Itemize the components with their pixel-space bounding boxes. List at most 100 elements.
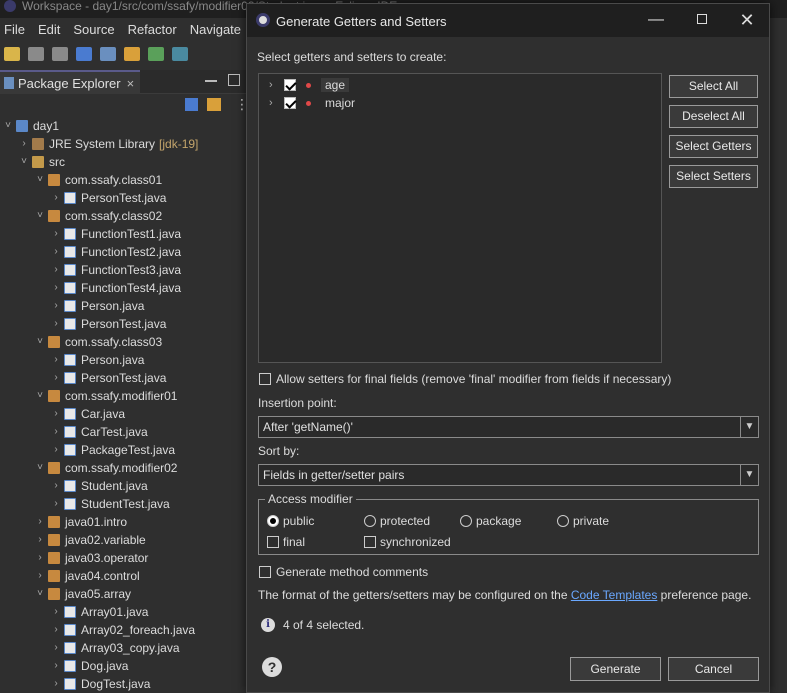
tree-item[interactable]: › JRE System Library [jdk-19] bbox=[18, 135, 198, 153]
maximize-button[interactable] bbox=[691, 10, 713, 30]
tree-item[interactable]: › java03.operator bbox=[34, 549, 148, 567]
tree-item[interactable]: › Dog.java bbox=[50, 657, 128, 675]
chevron-right-icon[interactable]: › bbox=[50, 189, 62, 207]
tree-item[interactable]: › java02.variable bbox=[34, 531, 145, 549]
chevron-right-icon[interactable]: › bbox=[34, 567, 46, 585]
help-icon[interactable]: ? bbox=[262, 657, 282, 677]
tree-item[interactable]: › java04.control bbox=[34, 567, 139, 585]
access-protected-option[interactable]: protected bbox=[364, 514, 430, 528]
chevron-right-icon[interactable]: › bbox=[50, 603, 62, 621]
chevron-right-icon[interactable]: › bbox=[50, 351, 62, 369]
chevron-right-icon[interactable]: › bbox=[50, 405, 62, 423]
minimize-button[interactable]: — bbox=[645, 10, 667, 30]
chevron-right-icon[interactable]: › bbox=[50, 639, 62, 657]
tree-item[interactable]: › Car.java bbox=[50, 405, 125, 423]
chevron-down-icon[interactable]: ˅ bbox=[34, 207, 46, 225]
save-icon[interactable] bbox=[28, 47, 44, 61]
generate-comments-option[interactable]: Generate method comments bbox=[259, 565, 428, 579]
expand-chevron-icon[interactable]: › bbox=[269, 79, 279, 91]
chevron-down-icon[interactable]: ˅ bbox=[34, 171, 46, 189]
tree-item[interactable]: › FunctionTest4.java bbox=[50, 279, 181, 297]
save-all-icon[interactable] bbox=[52, 47, 68, 61]
chevron-right-icon[interactable]: › bbox=[34, 531, 46, 549]
menu-file[interactable]: File bbox=[0, 22, 34, 37]
tree-item[interactable]: › PackageTest.java bbox=[50, 441, 175, 459]
menu-navigate[interactable]: Navigate bbox=[186, 22, 250, 37]
access-public-radio[interactable] bbox=[267, 515, 279, 527]
chevron-right-icon[interactable]: › bbox=[50, 369, 62, 387]
tree-item[interactable]: ˅ day1 bbox=[2, 117, 59, 135]
field-age-checkbox[interactable] bbox=[284, 79, 296, 91]
menu-refactor[interactable]: Refactor bbox=[124, 22, 186, 37]
chevron-down-icon[interactable]: ˅ bbox=[34, 387, 46, 405]
access-package-radio[interactable] bbox=[460, 515, 472, 527]
chevron-right-icon[interactable]: › bbox=[50, 225, 62, 243]
chevron-right-icon[interactable]: › bbox=[50, 495, 62, 513]
chevron-down-icon[interactable]: ▼ bbox=[740, 417, 758, 437]
chevron-down-icon[interactable]: ▼ bbox=[740, 465, 758, 485]
tree-item[interactable]: › FunctionTest3.java bbox=[50, 261, 181, 279]
field-row-major[interactable]: › major bbox=[269, 94, 359, 112]
tree-item[interactable]: ˅ com.ssafy.class02 bbox=[34, 207, 162, 225]
tree-item[interactable]: › Array02_foreach.java bbox=[50, 621, 195, 639]
link-with-editor-icon[interactable] bbox=[207, 98, 221, 111]
chevron-down-icon[interactable]: ˅ bbox=[2, 117, 14, 135]
chevron-right-icon[interactable]: › bbox=[50, 279, 62, 297]
allow-setters-final-checkbox[interactable] bbox=[259, 373, 271, 385]
tree-item[interactable]: › Student.java bbox=[50, 477, 147, 495]
tree-item[interactable]: › StudentTest.java bbox=[50, 495, 169, 513]
chevron-right-icon[interactable]: › bbox=[34, 549, 46, 567]
generate-comments-checkbox[interactable] bbox=[259, 566, 271, 578]
tree-item[interactable]: ˅ com.ssafy.modifier02 bbox=[34, 459, 177, 477]
deselect-all-button[interactable]: Deselect All bbox=[669, 105, 758, 128]
tree-item[interactable]: › CarTest.java bbox=[50, 423, 147, 441]
access-private-option[interactable]: private bbox=[557, 514, 609, 528]
tree-item[interactable]: ˅ src bbox=[18, 153, 65, 171]
chevron-right-icon[interactable]: › bbox=[50, 477, 62, 495]
field-major-checkbox[interactable] bbox=[284, 97, 296, 109]
chevron-right-icon[interactable]: › bbox=[50, 441, 62, 459]
generate-button[interactable]: Generate bbox=[570, 657, 661, 681]
tree-item[interactable]: › Array03_copy.java bbox=[50, 639, 179, 657]
tree-item[interactable]: › PersonTest.java bbox=[50, 189, 166, 207]
new-java-package-icon[interactable] bbox=[124, 47, 140, 61]
code-templates-link[interactable]: Code Templates bbox=[571, 588, 658, 602]
access-package-option[interactable]: package bbox=[460, 514, 521, 528]
maximize-view-icon[interactable] bbox=[228, 74, 240, 86]
chevron-right-icon[interactable]: › bbox=[34, 513, 46, 531]
chevron-down-icon[interactable]: ˅ bbox=[34, 333, 46, 351]
tree-item[interactable]: ˅ com.ssafy.class03 bbox=[34, 333, 162, 351]
tree-item[interactable]: › java01.intro bbox=[34, 513, 127, 531]
tree-item[interactable]: ˅ java05.array bbox=[34, 585, 131, 603]
tree-item[interactable]: ˅ com.ssafy.class01 bbox=[34, 171, 162, 189]
allow-setters-final-option[interactable]: Allow setters for final fields (remove '… bbox=[259, 372, 671, 386]
chevron-down-icon[interactable]: ˅ bbox=[18, 153, 30, 171]
chevron-down-icon[interactable]: ˅ bbox=[34, 585, 46, 603]
package-explorer-tab[interactable]: Package Explorer × bbox=[0, 70, 141, 94]
chevron-right-icon[interactable]: › bbox=[50, 297, 62, 315]
synchronized-option[interactable]: synchronized bbox=[364, 535, 451, 549]
terminal-icon[interactable] bbox=[76, 47, 92, 61]
new-icon[interactable] bbox=[4, 47, 20, 61]
select-getters-button[interactable]: Select Getters bbox=[669, 135, 758, 158]
insertion-point-select[interactable]: After 'getName()' ▼ bbox=[258, 416, 759, 438]
chevron-right-icon[interactable]: › bbox=[50, 675, 62, 693]
field-row-age[interactable]: › age bbox=[269, 76, 350, 94]
select-setters-button[interactable]: Select Setters bbox=[669, 165, 758, 188]
menu-edit[interactable]: Edit bbox=[34, 22, 69, 37]
chevron-down-icon[interactable]: ˅ bbox=[34, 459, 46, 477]
open-type-icon[interactable] bbox=[172, 47, 188, 61]
chevron-right-icon[interactable]: › bbox=[50, 621, 62, 639]
tree-item[interactable]: › FunctionTest2.java bbox=[50, 243, 181, 261]
tree-item[interactable]: ˅ com.ssafy.modifier01 bbox=[34, 387, 177, 405]
close-icon[interactable]: × bbox=[127, 76, 135, 91]
tree-item[interactable]: › Array01.java bbox=[50, 603, 148, 621]
tree-item[interactable]: › Person.java bbox=[50, 297, 144, 315]
chevron-right-icon[interactable]: › bbox=[50, 315, 62, 333]
expand-chevron-icon[interactable]: › bbox=[269, 97, 279, 109]
final-checkbox[interactable] bbox=[267, 536, 279, 548]
close-button[interactable]: ✕ bbox=[736, 10, 758, 30]
access-public-option[interactable]: public bbox=[267, 514, 314, 528]
synchronized-checkbox[interactable] bbox=[364, 536, 376, 548]
tree-item[interactable]: › PersonTest.java bbox=[50, 369, 166, 387]
